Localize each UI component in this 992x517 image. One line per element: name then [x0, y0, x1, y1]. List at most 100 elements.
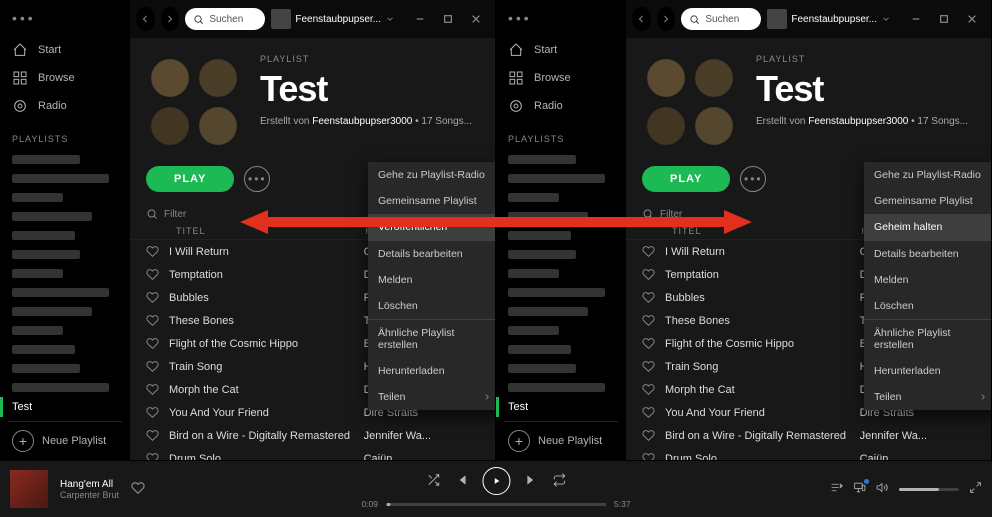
- progress-bar[interactable]: [386, 503, 606, 506]
- context-menu-item[interactable]: Ähnliche Playlist erstellen: [368, 320, 495, 358]
- context-menu-item[interactable]: Veröffentlichen: [368, 214, 495, 240]
- playlist-item[interactable]: [508, 212, 588, 221]
- nav-browse[interactable]: Browse: [504, 64, 618, 92]
- playlist-item[interactable]: [12, 250, 80, 259]
- expand-icon[interactable]: [969, 481, 982, 497]
- window-close-button[interactable]: [959, 7, 985, 31]
- playlist-item[interactable]: [12, 345, 75, 354]
- shuffle-icon[interactable]: [426, 473, 440, 490]
- playlist-item-active[interactable]: Test: [496, 397, 618, 417]
- previous-icon[interactable]: [454, 473, 468, 490]
- context-menu-item[interactable]: Löschen: [368, 293, 495, 319]
- track-row[interactable]: Drum SoloCajün: [130, 447, 495, 460]
- playlist-item[interactable]: [508, 231, 571, 240]
- nav-home[interactable]: Start: [504, 36, 618, 64]
- now-playing-title[interactable]: Hang'em All: [60, 479, 119, 490]
- context-menu-item[interactable]: Details bearbeiten: [864, 241, 991, 267]
- track-row[interactable]: Bird on a Wire - Digitally RemasteredJen…: [130, 424, 495, 447]
- playlist-cover[interactable]: [146, 54, 242, 150]
- playlist-item[interactable]: [508, 326, 559, 335]
- filter-label[interactable]: Filter: [164, 209, 186, 220]
- playlist-item[interactable]: [508, 307, 588, 316]
- playlist-item[interactable]: [508, 174, 605, 183]
- context-menu-item[interactable]: Löschen: [864, 293, 991, 319]
- nav-home[interactable]: Start: [8, 36, 122, 64]
- track-row[interactable]: Drum SoloCajün: [626, 447, 991, 460]
- playlist-item[interactable]: [508, 269, 559, 278]
- playlist-item[interactable]: [508, 288, 605, 297]
- more-options-button[interactable]: •••: [740, 166, 766, 192]
- window-maximize-button[interactable]: [931, 7, 957, 31]
- nav-radio[interactable]: Radio: [8, 92, 122, 120]
- context-menu-item[interactable]: Ähnliche Playlist erstellen: [864, 320, 991, 358]
- window-maximize-button[interactable]: [435, 7, 461, 31]
- app-menu-dots[interactable]: •••: [8, 10, 122, 36]
- playlist-item[interactable]: [508, 345, 571, 354]
- playlist-item[interactable]: [12, 364, 80, 373]
- now-playing-artist[interactable]: Carpenter Brut: [60, 490, 119, 500]
- context-menu-item[interactable]: Gehe zu Playlist-Radio: [368, 162, 495, 188]
- creator-link[interactable]: Feenstaubpupser3000: [312, 116, 412, 127]
- play-button[interactable]: PLAY: [642, 166, 730, 192]
- window-minimize-button[interactable]: [407, 7, 433, 31]
- nav-radio[interactable]: Radio: [504, 92, 618, 120]
- queue-icon[interactable]: [830, 481, 843, 497]
- search-input[interactable]: Suchen: [681, 8, 761, 30]
- next-icon[interactable]: [524, 473, 538, 490]
- app-menu-dots[interactable]: •••: [504, 10, 618, 36]
- now-playing-art[interactable]: [10, 470, 48, 508]
- context-menu-item[interactable]: Details bearbeiten: [368, 241, 495, 267]
- nav-back-button[interactable]: [632, 7, 651, 31]
- col-title[interactable]: TITEL: [176, 226, 358, 236]
- playlist-item[interactable]: [12, 383, 109, 392]
- context-menu-item[interactable]: Teilen: [368, 384, 495, 410]
- search-input[interactable]: Suchen: [185, 8, 265, 30]
- playlist-item[interactable]: [12, 288, 109, 297]
- playlist-item[interactable]: [508, 155, 576, 164]
- context-menu-item[interactable]: Herunterladen: [864, 358, 991, 384]
- playlist-item[interactable]: [12, 307, 92, 316]
- context-menu-item[interactable]: Melden: [864, 267, 991, 293]
- context-menu-item[interactable]: Gemeinsame Playlist: [368, 188, 495, 214]
- devices-icon[interactable]: [853, 481, 866, 497]
- playlist-item[interactable]: [12, 193, 63, 202]
- new-playlist-button[interactable]: +Neue Playlist: [504, 421, 618, 460]
- repeat-icon[interactable]: [552, 473, 566, 490]
- playlist-item[interactable]: [12, 326, 63, 335]
- nav-back-button[interactable]: [136, 7, 155, 31]
- filter-label[interactable]: Filter: [660, 209, 682, 220]
- more-options-button[interactable]: •••: [244, 166, 270, 192]
- user-menu[interactable]: Feenstaubpupser...: [767, 9, 891, 29]
- playlist-cover[interactable]: [642, 54, 738, 150]
- context-menu-item[interactable]: Melden: [368, 267, 495, 293]
- playlist-item-active[interactable]: Test: [0, 397, 122, 417]
- context-menu-item[interactable]: Geheim halten: [864, 214, 991, 240]
- playlist-item[interactable]: [12, 212, 92, 221]
- playlist-item[interactable]: [12, 174, 109, 183]
- playlist-item[interactable]: [508, 383, 605, 392]
- volume-icon[interactable]: [876, 481, 889, 497]
- playlist-item[interactable]: [12, 231, 75, 240]
- playlist-item[interactable]: [508, 364, 576, 373]
- playlist-item[interactable]: [12, 155, 80, 164]
- window-minimize-button[interactable]: [903, 7, 929, 31]
- creator-link[interactable]: Feenstaubpupser3000: [808, 116, 908, 127]
- now-playing-like-icon[interactable]: [131, 481, 145, 498]
- window-close-button[interactable]: [463, 7, 489, 31]
- track-row[interactable]: Bird on a Wire - Digitally RemasteredJen…: [626, 424, 991, 447]
- context-menu-item[interactable]: Herunterladen: [368, 358, 495, 384]
- nav-forward-button[interactable]: [161, 7, 180, 31]
- nav-browse[interactable]: Browse: [8, 64, 122, 92]
- context-menu-item[interactable]: Gehe zu Playlist-Radio: [864, 162, 991, 188]
- playlist-item[interactable]: [12, 269, 63, 278]
- volume-slider[interactable]: [899, 488, 959, 491]
- new-playlist-button[interactable]: +Neue Playlist: [8, 421, 122, 460]
- user-menu[interactable]: Feenstaubpupser...: [271, 9, 395, 29]
- play-button[interactable]: PLAY: [146, 166, 234, 192]
- playlist-item[interactable]: [508, 250, 576, 259]
- context-menu-item[interactable]: Teilen: [864, 384, 991, 410]
- context-menu-item[interactable]: Gemeinsame Playlist: [864, 188, 991, 214]
- col-title[interactable]: TITEL: [672, 226, 854, 236]
- play-pause-button[interactable]: [482, 467, 510, 495]
- playlist-item[interactable]: [508, 193, 559, 202]
